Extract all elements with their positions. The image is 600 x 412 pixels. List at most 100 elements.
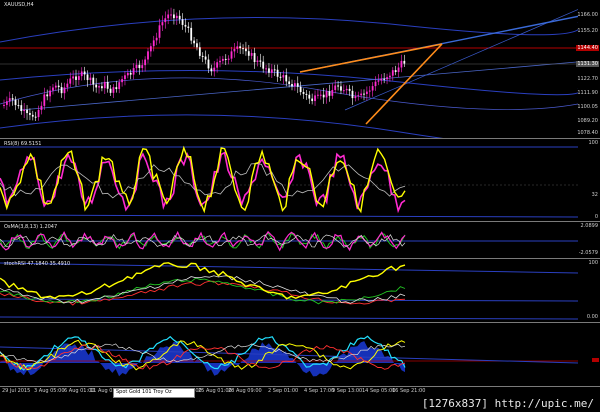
candle [397,67,400,72]
osma-title: OsMA(3,8,13) 1.2047 [4,224,58,230]
candle [319,94,322,96]
candle [54,85,57,88]
candle [322,94,325,98]
candle [380,78,383,81]
candle [354,96,357,99]
candle [334,85,337,90]
candle [11,98,14,100]
candle [152,40,155,47]
candle [29,113,31,115]
candle [40,105,43,110]
candle [149,46,152,52]
candle [164,18,167,23]
candle [181,19,184,25]
candle [103,81,106,89]
candle [155,37,158,41]
candle [247,51,250,56]
candle [293,83,296,87]
candle [98,86,100,88]
candle [52,87,54,91]
candle [242,48,244,50]
candle [34,116,37,118]
candle [184,24,187,27]
candle [262,61,265,69]
candle [340,86,342,91]
rsi-pane[interactable]: RSI(8) 69.5151 [0,139,578,221]
candle [83,71,86,75]
price-chart [0,7,578,138]
candle [296,83,299,87]
price-pane[interactable]: XAUUSD,H4 [0,0,578,138]
candle [365,91,368,94]
candle [69,78,72,84]
symbol-tooltip: Spot Gold 101 Troy Oz [113,388,195,398]
candle [20,105,23,112]
candle [383,78,386,80]
histogram-pane[interactable] [0,323,578,386]
candle [389,75,391,78]
candle [173,14,175,19]
hist-marker [592,358,599,362]
candle [141,65,144,69]
candle [193,40,195,44]
candle [198,47,201,56]
rsi-title: RSI(8) 69.5151 [4,141,42,147]
candle [77,76,80,80]
candle [89,77,92,81]
candle [72,76,75,79]
candle [8,98,11,102]
candle [178,15,181,20]
candle [14,99,17,106]
candle [374,81,377,87]
stoch-chart [0,262,578,320]
candle [57,85,60,88]
candle [331,89,334,96]
candle [391,70,394,76]
candle [121,79,123,83]
candle [112,87,115,93]
candle [328,91,331,96]
rsi-chart [0,145,578,218]
candle [342,90,345,92]
stoch-pane[interactable]: stochRSI 47.1840 35.4910 [0,259,578,322]
candle [138,64,141,69]
rsi-axis-low: 32 [591,192,598,198]
osma-pane[interactable]: OsMA(3,8,13) 1.2047 [0,222,578,258]
candle [357,95,360,97]
candle [147,51,149,60]
osma-axis-bottom: -2.0579 [578,250,598,256]
candle [259,60,262,62]
candle [250,53,253,56]
candle [268,68,270,73]
candle [92,77,95,85]
candle [221,58,224,61]
candle [158,25,161,38]
candle [144,59,147,66]
last-price-box: 1131.30 [576,61,599,67]
candle [129,72,132,75]
candle [305,93,308,95]
candle [348,88,351,91]
candle [204,56,207,60]
candle [196,43,198,48]
candle [227,58,230,60]
candle [132,68,135,75]
candle [175,15,178,19]
chart-title: XAUUSD,H4 [4,2,34,8]
candle [37,109,40,118]
candle [126,72,129,76]
candle [213,67,216,72]
candle [253,53,256,63]
candle [3,104,5,106]
candle [5,101,8,105]
watermark: [1276x837] http://upic.me/ [421,397,594,410]
candle [49,90,51,97]
candle [311,98,314,102]
candle [314,95,316,102]
candle [43,94,46,106]
candle [216,62,219,68]
candle [86,74,89,81]
candle [337,85,339,87]
price-box: 1144.40 [576,45,599,51]
candle [118,82,121,90]
